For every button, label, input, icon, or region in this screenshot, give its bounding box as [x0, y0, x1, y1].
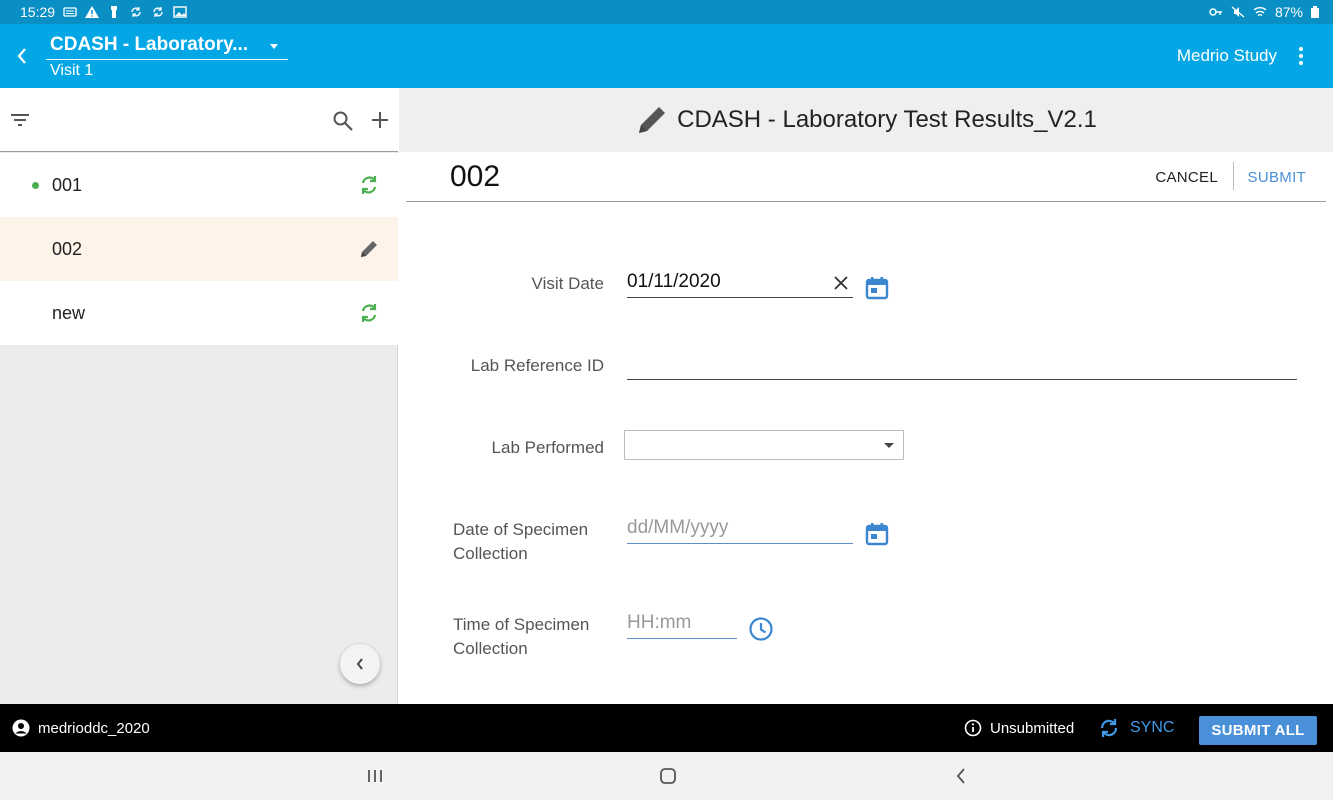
- calendar-icon[interactable]: [864, 521, 890, 547]
- specimen-date-label-line2: Collection: [453, 544, 528, 563]
- back-button[interactable]: [8, 42, 36, 70]
- divider: [1233, 162, 1234, 190]
- form-pane: CDASH - Laboratory Test Results_V2.1 002…: [399, 88, 1333, 704]
- status-bar: 15:29 87%: [0, 0, 1333, 24]
- sync-label: SYNC: [1130, 719, 1175, 736]
- visit-label: Visit 1: [50, 62, 94, 79]
- clear-icon[interactable]: [831, 273, 851, 293]
- filter-icon[interactable]: [10, 112, 30, 128]
- lab-reference-id-label: Lab Reference ID: [470, 356, 604, 375]
- wifi-icon: [1253, 7, 1267, 17]
- sync-icon: [361, 176, 377, 194]
- specimen-date-label-line1: Date of Specimen: [453, 520, 589, 539]
- form-title: CDASH - Laboratory Test Results_V2.1: [677, 106, 1097, 133]
- sync-status-icon: [131, 7, 141, 17]
- specimen-date-label: Date of Specimen Collection: [453, 518, 588, 566]
- specimen-date-input[interactable]: [627, 514, 853, 544]
- specimen-time-label-line2: Collection: [453, 639, 528, 658]
- sync-button[interactable]: SYNC: [1098, 714, 1174, 742]
- keyboard-icon: [63, 7, 77, 17]
- cancel-button[interactable]: CANCEL: [1155, 169, 1218, 186]
- unsynced-dot: [32, 182, 39, 189]
- more-vert-icon: [1299, 47, 1303, 51]
- chevron-left-icon: [17, 48, 26, 64]
- record-row[interactable]: new: [0, 281, 398, 345]
- chevron-left-icon: [356, 658, 363, 670]
- system-nav-bar: [0, 752, 1333, 800]
- usb-icon: [111, 6, 118, 18]
- info-icon: [964, 719, 982, 737]
- key-icon: [1209, 8, 1222, 16]
- recent-apps-icon: [368, 770, 382, 782]
- form-selector-label: CDASH - Laboratory...: [50, 34, 249, 55]
- lab-performed-label: Lab Performed: [491, 438, 604, 457]
- sync-icon: [361, 304, 377, 322]
- dropdown-caret-icon: [270, 44, 278, 49]
- mute-icon: [1231, 6, 1245, 18]
- record-header: 002 CANCEL SUBMIT: [406, 152, 1326, 202]
- pencil-icon: [361, 241, 377, 257]
- sync-status-icon-2: [153, 7, 163, 17]
- home-icon: [660, 768, 676, 784]
- battery-level: 87%: [1274, 4, 1303, 20]
- submission-status: Unsubmitted: [990, 720, 1075, 737]
- image-icon: [173, 6, 187, 18]
- submit-all-button[interactable]: SUBMIT ALL: [1199, 716, 1317, 745]
- collapse-pane-button[interactable]: [340, 644, 380, 684]
- submit-button[interactable]: SUBMIT: [1248, 169, 1306, 186]
- edit-icon: [639, 107, 666, 133]
- add-icon[interactable]: [370, 110, 390, 130]
- search-icon[interactable]: [332, 110, 354, 132]
- status-right: 87%: [1209, 4, 1319, 20]
- sync-icon: [1100, 719, 1118, 737]
- study-name: Medrio Study: [1176, 46, 1277, 65]
- system-back-button[interactable]: [946, 764, 976, 788]
- form-header: CDASH - Laboratory Test Results_V2.1: [399, 88, 1333, 152]
- record-list-toolbar: [0, 88, 398, 152]
- specimen-time-label-line1: Time of Specimen: [453, 615, 590, 634]
- record-label: 002: [52, 239, 83, 259]
- lab-performed-select[interactable]: [624, 430, 904, 460]
- record-list-pane: 001 002 new: [0, 88, 398, 704]
- record-label: new: [52, 303, 86, 323]
- account-icon: [12, 719, 30, 737]
- lab-reference-id-input[interactable]: [627, 350, 1297, 380]
- record-id: 002: [450, 160, 501, 193]
- recent-apps-button[interactable]: [360, 764, 390, 788]
- more-options-button[interactable]: [1289, 44, 1313, 68]
- clock-icon[interactable]: [748, 616, 774, 642]
- calendar-icon[interactable]: [864, 275, 890, 301]
- status-time: 15:29: [20, 4, 56, 20]
- record-label: 001: [52, 175, 83, 195]
- username: medrioddc_2020: [38, 720, 150, 737]
- record-row[interactable]: 001: [0, 153, 398, 217]
- bottom-status-bar: medrioddc_2020 Unsubmitted SYNC SUBMIT A…: [0, 704, 1333, 752]
- dropdown-caret-icon: [884, 443, 894, 448]
- warning-icon: [85, 6, 100, 18]
- specimen-time-label: Time of Specimen Collection: [453, 613, 589, 661]
- record-list: 001 002 new: [0, 153, 398, 345]
- home-button[interactable]: [653, 764, 683, 788]
- specimen-time-input[interactable]: [627, 609, 737, 639]
- visit-date-label: Visit Date: [531, 274, 604, 293]
- chevron-left-icon: [956, 768, 965, 784]
- app-bar: CDASH - Laboratory... Visit 1 Medrio Stu…: [0, 24, 1333, 88]
- visit-date-input[interactable]: [627, 268, 853, 298]
- battery-icon: [1311, 6, 1319, 18]
- status-left: 15:29: [20, 4, 187, 20]
- form-selector[interactable]: CDASH - Laboratory...: [46, 30, 288, 60]
- record-row-selected[interactable]: 002: [0, 217, 398, 281]
